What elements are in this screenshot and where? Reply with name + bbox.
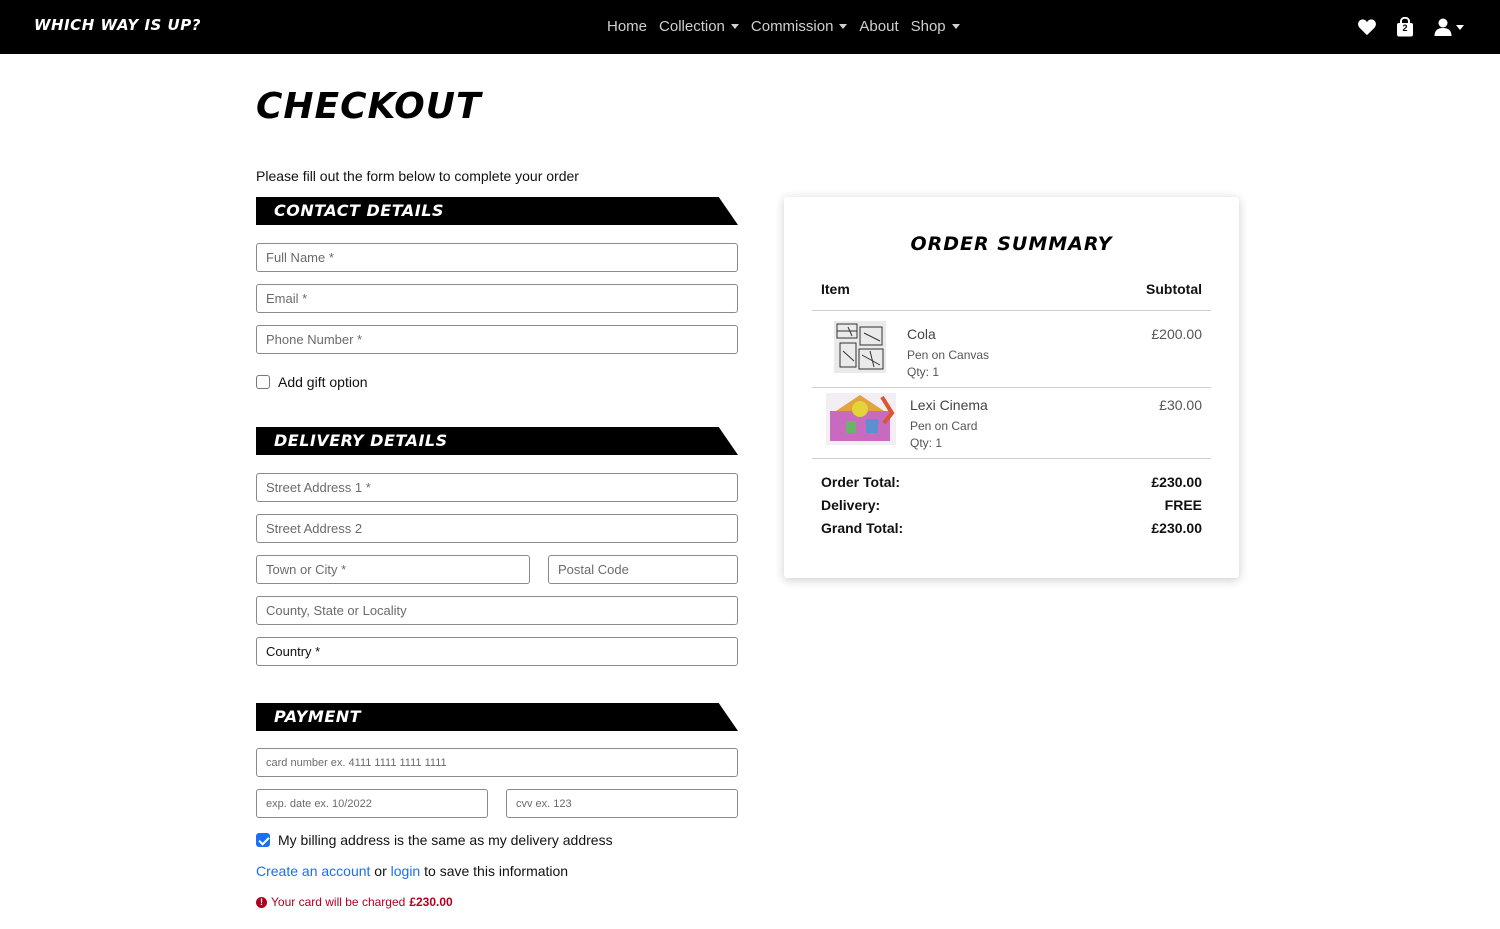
nav-collection-label: Collection xyxy=(659,18,725,35)
exclamation-circle-icon: ! xyxy=(256,896,267,908)
item-medium: Pen on Card xyxy=(910,419,978,433)
item-name: Lexi Cinema xyxy=(910,397,988,413)
order-summary-card: Order Summary Item Subtotal Cola Pen on … xyxy=(784,197,1239,578)
cart-button[interactable]: 2 xyxy=(1394,16,1416,38)
brand-logo[interactable]: Which Way Is Up? xyxy=(34,16,201,34)
item-column-header: Item xyxy=(821,281,850,297)
payment-heading: Payment xyxy=(256,703,738,731)
nav-home-label: Home xyxy=(607,18,648,35)
gift-option-label: Add gift option xyxy=(278,374,368,390)
contact-details-heading: Contact Details xyxy=(256,197,738,225)
item-name: Cola xyxy=(907,326,936,342)
payment-heading-text: Payment xyxy=(274,707,362,726)
save-info-row: Create an account or login to save this … xyxy=(256,863,568,879)
caret-down-icon xyxy=(730,24,739,29)
delivery-label: Delivery: xyxy=(821,497,881,513)
grand-total-value: £230.00 xyxy=(1151,520,1202,536)
navbar: Which Way Is Up? Home Collection Commiss… xyxy=(0,0,1500,54)
delivery-details-heading: Delivery Details xyxy=(256,427,738,455)
divider xyxy=(812,458,1211,459)
gift-option-checkbox[interactable] xyxy=(256,375,270,389)
charge-amount: £230.00 xyxy=(409,895,453,909)
login-link[interactable]: login xyxy=(391,863,421,879)
nav-shop-label: Shop xyxy=(910,18,946,35)
order-summary-title: Order Summary xyxy=(910,233,1113,255)
item-subtotal: £30.00 xyxy=(1159,397,1202,413)
intro-text: Please fill out the form below to comple… xyxy=(256,168,579,184)
nav-links: Home Collection Commission About Shop xyxy=(607,18,960,35)
billing-same-row: My billing address is the same as my del… xyxy=(256,832,613,848)
nav-commission[interactable]: Commission xyxy=(751,18,848,35)
billing-same-checkbox[interactable] xyxy=(256,833,270,847)
item-subtotal: £200.00 xyxy=(1151,326,1202,342)
account-menu-button[interactable] xyxy=(1432,16,1466,38)
delivery-value: FREE xyxy=(1164,497,1202,513)
cart-count-badge: 2 xyxy=(1402,23,1408,33)
street-address-2-input[interactable] xyxy=(256,514,738,543)
page-title: Checkout xyxy=(256,86,482,127)
nav-shop[interactable]: Shop xyxy=(911,18,960,35)
nav-collection[interactable]: Collection xyxy=(659,18,739,35)
grand-total-label: Grand Total: xyxy=(821,520,904,536)
item-qty: Qty: 1 xyxy=(907,365,940,379)
cvv-input[interactable] xyxy=(506,789,738,818)
order-total-value: £230.00 xyxy=(1151,474,1202,490)
save-info-text: to save this information xyxy=(424,863,569,879)
product-thumbnail-lexi-cinema[interactable] xyxy=(826,393,896,445)
nav-about-label: About xyxy=(859,18,899,35)
wishlist-button[interactable] xyxy=(1356,16,1378,38)
postal-code-input[interactable] xyxy=(548,555,738,584)
delivery-details-heading-text: Delivery Details xyxy=(274,431,448,450)
divider xyxy=(812,310,1211,311)
caret-down-icon xyxy=(839,24,848,29)
or-text: or xyxy=(374,863,387,879)
phone-input[interactable] xyxy=(256,325,738,354)
item-qty: Qty: 1 xyxy=(910,436,943,450)
full-name-input[interactable] xyxy=(256,243,738,272)
caret-down-icon xyxy=(1456,24,1464,30)
nav-about[interactable]: About xyxy=(859,18,898,35)
product-thumbnail-cola[interactable] xyxy=(834,321,886,373)
charge-notice-text: Your card will be charged xyxy=(271,895,406,909)
county-input[interactable] xyxy=(256,596,738,625)
nav-icons: 2 xyxy=(1356,16,1466,38)
nav-home[interactable]: Home xyxy=(607,18,647,35)
gift-option-row: Add gift option xyxy=(256,374,368,390)
expiry-date-input[interactable] xyxy=(256,789,488,818)
item-medium: Pen on Canvas xyxy=(907,348,990,362)
card-number-input[interactable] xyxy=(256,748,738,777)
billing-same-label: My billing address is the same as my del… xyxy=(278,832,613,848)
nav-commission-label: Commission xyxy=(750,18,834,35)
user-icon xyxy=(1434,18,1452,36)
create-account-link[interactable]: Create an account xyxy=(256,863,370,879)
divider xyxy=(812,387,1211,388)
order-total-label: Order Total: xyxy=(821,474,901,490)
charge-notice: ! Your card will be charged £230.00 xyxy=(256,895,453,909)
town-city-input[interactable] xyxy=(256,555,530,584)
email-input[interactable] xyxy=(256,284,738,313)
subtotal-column-header: Subtotal xyxy=(1146,281,1202,297)
contact-details-heading-text: Contact Details xyxy=(274,201,444,220)
country-select[interactable]: Country * xyxy=(256,637,738,666)
caret-down-icon xyxy=(951,24,960,29)
street-address-1-input[interactable] xyxy=(256,473,738,502)
heart-icon xyxy=(1358,19,1376,36)
